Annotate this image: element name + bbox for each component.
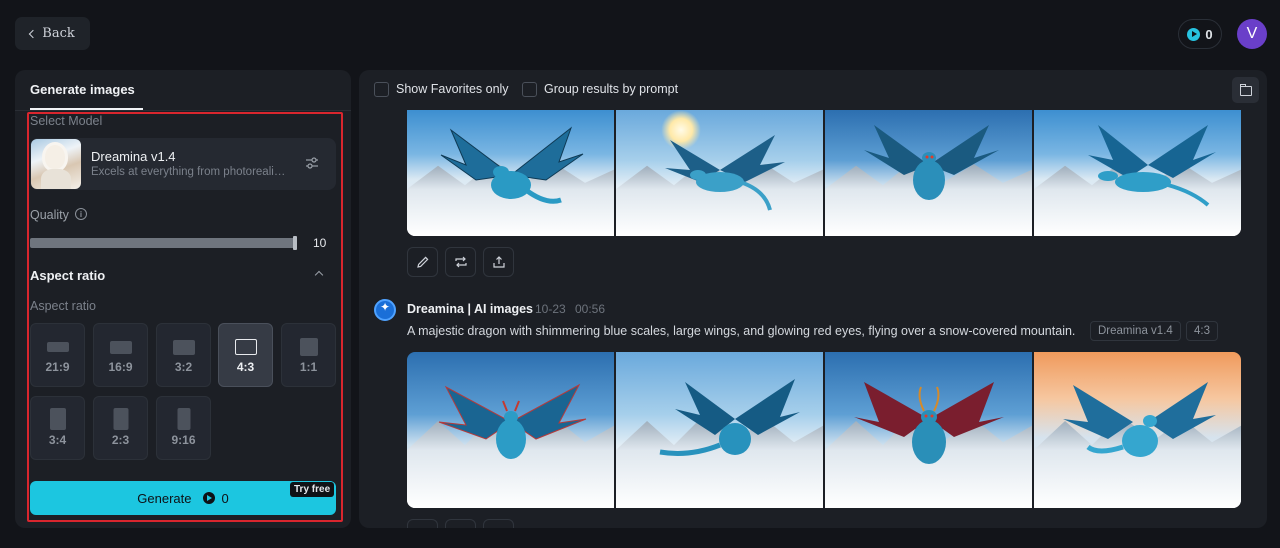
back-button[interactable]: Back	[15, 17, 90, 50]
post-author: Dreamina | AI images	[407, 302, 534, 316]
export-button[interactable]	[483, 519, 514, 528]
ratio-shape	[46, 342, 69, 352]
show-favorites-label[interactable]: Show Favorites only	[396, 82, 509, 96]
ratio-label: 2:3	[111, 433, 130, 447]
ratio-option-16-9[interactable]: 16:9	[93, 323, 148, 387]
generated-image[interactable]	[616, 110, 823, 236]
divider	[15, 110, 351, 111]
dragon-image	[440, 127, 583, 205]
group-results-label[interactable]: Group results by prompt	[544, 82, 678, 96]
ratio-option-3-4[interactable]: 3:4	[30, 396, 85, 460]
coin-icon	[1187, 27, 1201, 41]
edit-button[interactable]	[407, 247, 438, 277]
generated-image[interactable]	[825, 110, 1032, 236]
dreamina-bot-icon	[374, 299, 396, 321]
ratio-option-2-3[interactable]: 2:3	[93, 396, 148, 460]
credits-badge[interactable]: 0	[1178, 19, 1222, 49]
generate-label: Generate	[137, 490, 192, 506]
model-selector[interactable]: Dreamina v1.4 Excels at everything from …	[30, 138, 336, 190]
dragon-image	[659, 378, 800, 456]
quality-value: 10	[313, 236, 327, 250]
ratio-shape	[49, 408, 66, 430]
dragon-image	[664, 135, 785, 212]
ratio-shape	[299, 338, 318, 356]
regenerate-button[interactable]	[445, 247, 476, 277]
generated-image[interactable]	[1034, 110, 1241, 236]
chevron-left-icon	[29, 29, 38, 39]
model-name: Dreamina v1.4	[91, 149, 176, 164]
ratio-shape	[234, 339, 257, 355]
try-free-badge: Try free	[290, 482, 335, 497]
tab-generate-images[interactable]: Generate images	[30, 82, 135, 97]
ratio-label: 9:16	[171, 433, 196, 447]
dragon-image	[438, 383, 586, 459]
dragon-image	[1087, 125, 1216, 207]
image-row	[407, 110, 1241, 236]
ratio-option-21-9[interactable]: 21:9	[30, 323, 85, 387]
generated-image[interactable]	[616, 352, 823, 508]
ratio-shape	[172, 340, 195, 355]
pencil-icon	[417, 256, 429, 268]
ratio-option-9-16[interactable]: 9:16	[156, 396, 211, 460]
upload-icon	[493, 256, 505, 268]
edit-button[interactable]	[407, 519, 438, 528]
model-thumbnail	[31, 139, 81, 189]
post-date: 10-23	[535, 302, 566, 316]
ratio-tag: 4:3	[1186, 321, 1218, 341]
quality-slider-track[interactable]	[30, 238, 296, 248]
dragon-image	[1062, 381, 1216, 457]
generate-cost: 0	[221, 490, 229, 506]
generated-image[interactable]	[825, 352, 1032, 508]
image-row	[407, 352, 1241, 508]
export-button[interactable]	[483, 247, 514, 277]
ratio-label: 3:4	[48, 433, 67, 447]
ratio-shape	[113, 408, 128, 430]
generated-image[interactable]	[407, 352, 614, 508]
quality-label: Quality	[30, 208, 69, 222]
credits-count: 0	[1205, 26, 1213, 42]
generated-image[interactable]	[407, 110, 614, 236]
ratio-shape	[109, 341, 132, 354]
ratio-option-3-2[interactable]: 3:2	[156, 323, 211, 387]
generated-image[interactable]	[1034, 352, 1241, 508]
model-tag: Dreamina v1.4	[1090, 321, 1181, 341]
info-icon[interactable]: i	[75, 208, 87, 220]
ratio-shape	[177, 408, 190, 430]
model-description: Excels at everything from photorealism..…	[91, 166, 291, 178]
show-favorites-checkbox[interactable]	[374, 82, 389, 97]
back-label: Back	[42, 26, 75, 41]
ratio-option-1-1[interactable]: 1:1	[281, 323, 336, 387]
folder-icon[interactable]	[1232, 77, 1259, 103]
coin-icon	[203, 492, 216, 504]
ratio-label: 4:3	[236, 360, 255, 374]
sliders-icon[interactable]	[305, 156, 319, 170]
post-prompt: A majestic dragon with shimmering blue s…	[407, 324, 1076, 338]
ratio-option-4-3[interactable]: 4:3	[218, 323, 273, 387]
post-time: 00:56	[575, 302, 606, 316]
ratio-label: 3:2	[174, 360, 193, 374]
group-results-checkbox[interactable]	[522, 82, 537, 97]
ratio-label: 1:1	[299, 360, 318, 374]
dragon-image	[863, 125, 999, 201]
aspect-ratio-sublabel: Aspect ratio	[30, 299, 97, 313]
results-panel: Show Favorites only Group results by pro…	[359, 70, 1267, 528]
aspect-ratio-heading[interactable]: Aspect ratio	[30, 268, 105, 283]
ratio-label: 16:9	[108, 360, 133, 374]
regenerate-button[interactable]	[445, 519, 476, 528]
avatar[interactable]: V	[1237, 19, 1267, 49]
dragon-image	[853, 381, 1004, 464]
select-model-label: Select Model	[30, 114, 103, 128]
repeat-icon	[455, 256, 467, 268]
ratio-label: 21:9	[45, 360, 70, 374]
quality-slider-handle[interactable]	[293, 236, 297, 250]
